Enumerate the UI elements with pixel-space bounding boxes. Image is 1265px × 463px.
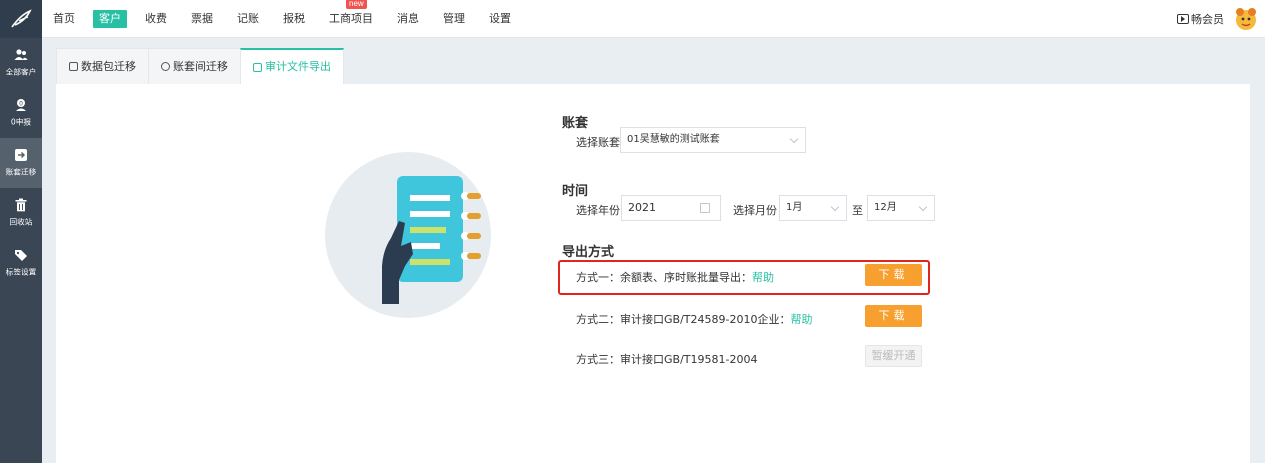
top-bar: 首页 客户 收费 票据 记账 报税 工商项目 new 消息 管理 设置 畅会员 xyxy=(0,0,1265,38)
sidebar-item-migration[interactable]: 账套迁移 xyxy=(0,138,42,188)
migration-tabs: 数据包迁移 账套间迁移 审计文件导出 xyxy=(56,48,344,84)
sidebar: 全部客户 0 0申报 账套迁移 回收站 标签设置 xyxy=(0,38,42,463)
file-export-icon xyxy=(253,62,262,72)
sidebar-item-all-customers[interactable]: 全部客户 xyxy=(0,38,42,88)
sidebar-item-tags[interactable]: 标签设置 xyxy=(0,238,42,288)
unavailable-button-method-3: 暂缓开通 xyxy=(865,345,922,367)
sidebar-item-recycle-bin[interactable]: 回收站 xyxy=(0,188,42,238)
feather-logo-icon xyxy=(11,9,32,28)
package-icon xyxy=(69,62,78,71)
tab-audit-file-export[interactable]: 审计文件导出 xyxy=(240,48,344,84)
export-method-3: 方式三：审计接口GB/T19581-2004 xyxy=(576,353,758,366)
trash-icon xyxy=(15,198,27,212)
transfer-icon xyxy=(161,62,170,71)
notebook-illustration xyxy=(325,152,491,318)
download-button-method-2[interactable]: 下载 xyxy=(865,305,922,327)
play-icon xyxy=(1177,14,1189,24)
account-section-title: 账套 xyxy=(562,116,589,131)
tab-account-set-migration[interactable]: 账套间迁移 xyxy=(148,48,241,84)
help-link[interactable]: 帮助 xyxy=(752,271,774,284)
export-method-2: 方式二：审计接口GB/T24589-2010企业：帮助 xyxy=(576,313,813,326)
export-section-title: 导出方式 xyxy=(562,245,615,260)
to-label: 至 xyxy=(852,204,863,217)
help-link[interactable]: 帮助 xyxy=(790,313,812,326)
users-icon xyxy=(14,49,28,60)
nav-customers[interactable]: 客户 xyxy=(93,10,127,28)
month-from-select[interactable]: 1月 xyxy=(779,195,847,221)
member-link[interactable]: 畅会员 xyxy=(1177,11,1224,27)
svg-text:0: 0 xyxy=(19,100,23,107)
nav-settings[interactable]: 设置 xyxy=(483,10,517,28)
export-method-1: 方式一：余额表、序时账批量导出：帮助 xyxy=(576,271,774,284)
download-button-method-1[interactable]: 下载 xyxy=(865,264,922,286)
account-select[interactable]: 01吴慧敏的测试账套 xyxy=(620,127,806,153)
time-section-title: 时间 xyxy=(562,184,589,199)
tab-data-package-migration[interactable]: 数据包迁移 xyxy=(56,48,149,84)
tag-icon xyxy=(15,250,27,261)
nav-billing[interactable]: 收费 xyxy=(139,10,173,28)
sidebar-item-zero-report[interactable]: 0 0申报 xyxy=(0,88,42,138)
nav-bookkeeping[interactable]: 记账 xyxy=(231,10,265,28)
avatar[interactable] xyxy=(1233,6,1259,32)
migrate-icon xyxy=(15,149,27,161)
nav-messages[interactable]: 消息 xyxy=(391,10,425,28)
nav-management[interactable]: 管理 xyxy=(437,10,471,28)
month-to-select[interactable]: 12月 xyxy=(867,195,935,221)
zero-report-icon: 0 xyxy=(16,99,26,111)
nav-business-projects[interactable]: 工商项目 new xyxy=(323,0,379,28)
chevron-down-icon xyxy=(918,202,928,212)
nav-home[interactable]: 首页 xyxy=(47,10,81,28)
year-picker[interactable]: 2021 xyxy=(621,195,721,221)
nav-invoices[interactable]: 票据 xyxy=(185,10,219,28)
app-logo[interactable] xyxy=(0,0,42,38)
chevron-down-icon xyxy=(789,134,799,144)
chevron-down-icon xyxy=(830,202,840,212)
nav-tax[interactable]: 报税 xyxy=(277,10,311,28)
main-nav: 首页 客户 收费 票据 记账 报税 工商项目 new 消息 管理 设置 xyxy=(47,0,529,38)
calendar-icon xyxy=(700,203,710,213)
new-badge: new xyxy=(346,0,367,9)
